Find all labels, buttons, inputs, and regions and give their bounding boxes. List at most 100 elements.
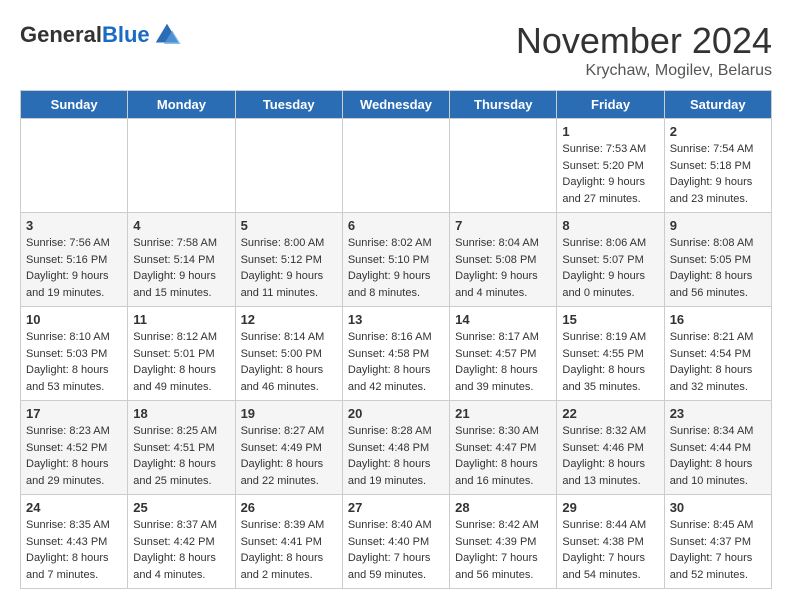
calendar-cell: 22Sunrise: 8:32 AM Sunset: 4:46 PM Dayli… xyxy=(557,401,664,495)
day-number: 17 xyxy=(26,406,122,421)
day-info: Sunrise: 8:04 AM Sunset: 5:08 PM Dayligh… xyxy=(455,235,551,301)
day-info: Sunrise: 8:14 AM Sunset: 5:00 PM Dayligh… xyxy=(241,329,337,395)
day-number: 7 xyxy=(455,218,551,233)
day-number: 24 xyxy=(26,500,122,515)
calendar-cell: 16Sunrise: 8:21 AM Sunset: 4:54 PM Dayli… xyxy=(664,307,771,401)
calendar-week-row: 17Sunrise: 8:23 AM Sunset: 4:52 PM Dayli… xyxy=(21,401,772,495)
day-info: Sunrise: 8:17 AM Sunset: 4:57 PM Dayligh… xyxy=(455,329,551,395)
calendar-cell: 5 Sunrise: 8:00 AM Sunset: 5:12 PM Daylig… xyxy=(235,213,342,307)
calendar-cell xyxy=(21,119,128,213)
day-number: 10 xyxy=(26,312,122,327)
logo-general: General xyxy=(20,22,102,48)
calendar-cell: 13Sunrise: 8:16 AM Sunset: 4:58 PM Dayli… xyxy=(342,307,449,401)
weekday-header: Sunday xyxy=(21,91,128,119)
day-number: 2 xyxy=(670,124,766,139)
day-info: Sunrise: 8:19 AM Sunset: 4:55 PM Dayligh… xyxy=(562,329,658,395)
calendar-header-row: SundayMondayTuesdayWednesdayThursdayFrid… xyxy=(21,91,772,119)
day-number: 12 xyxy=(241,312,337,327)
day-info: Sunrise: 8:25 AM Sunset: 4:51 PM Dayligh… xyxy=(133,423,229,489)
day-number: 3 xyxy=(26,218,122,233)
calendar-cell: 3 Sunrise: 7:56 AM Sunset: 5:16 PM Daylig… xyxy=(21,213,128,307)
calendar-cell: 8Sunrise: 8:06 AM Sunset: 5:07 PM Daylig… xyxy=(557,213,664,307)
day-number: 28 xyxy=(455,500,551,515)
calendar-cell: 15Sunrise: 8:19 AM Sunset: 4:55 PM Dayli… xyxy=(557,307,664,401)
calendar-cell: 28 Sunrise: 8:42 AM Sunset: 4:39 PM Dayli… xyxy=(450,495,557,589)
calendar-cell: 4 Sunrise: 7:58 AM Sunset: 5:14 PM Daylig… xyxy=(128,213,235,307)
day-info: Sunrise: 8:34 AM Sunset: 4:44 PM Dayligh… xyxy=(670,423,766,489)
location-subtitle: Krychaw, Mogilev, Belarus xyxy=(516,62,772,80)
logo-text: GeneralBlue xyxy=(20,20,182,50)
day-number: 4 xyxy=(133,218,229,233)
calendar-cell xyxy=(128,119,235,213)
calendar-week-row: 10 Sunrise: 8:10 AM Sunset: 5:03 PM Dayli… xyxy=(21,307,772,401)
calendar-week-row: 1 Sunrise: 7:53 AM Sunset: 5:20 PM Daylig… xyxy=(21,119,772,213)
calendar-table: SundayMondayTuesdayWednesdayThursdayFrid… xyxy=(20,90,772,589)
calendar-cell: 26 Sunrise: 8:39 AM Sunset: 4:41 PM Dayli… xyxy=(235,495,342,589)
day-info: Sunrise: 8:45 AM Sunset: 4:37 PM Dayligh… xyxy=(670,517,766,583)
calendar-cell xyxy=(342,119,449,213)
day-info: Sunrise: 8:37 AM Sunset: 4:42 PM Dayligh… xyxy=(133,517,229,583)
day-info: Sunrise: 8:32 AM Sunset: 4:46 PM Dayligh… xyxy=(562,423,658,489)
calendar-cell: 1 Sunrise: 7:53 AM Sunset: 5:20 PM Daylig… xyxy=(557,119,664,213)
calendar-week-row: 3 Sunrise: 7:56 AM Sunset: 5:16 PM Daylig… xyxy=(21,213,772,307)
day-info: Sunrise: 8:40 AM Sunset: 4:40 PM Dayligh… xyxy=(348,517,444,583)
day-number: 16 xyxy=(670,312,766,327)
day-number: 11 xyxy=(133,312,229,327)
day-info: Sunrise: 7:54 AM Sunset: 5:18 PM Dayligh… xyxy=(670,141,766,207)
day-number: 5 xyxy=(241,218,337,233)
calendar-cell: 24 Sunrise: 8:35 AM Sunset: 4:43 PM Dayli… xyxy=(21,495,128,589)
day-info: Sunrise: 8:00 AM Sunset: 5:12 PM Dayligh… xyxy=(241,235,337,301)
day-number: 14 xyxy=(455,312,551,327)
calendar-cell: 20 Sunrise: 8:28 AM Sunset: 4:48 PM Dayli… xyxy=(342,401,449,495)
day-number: 1 xyxy=(562,124,658,139)
day-info: Sunrise: 8:27 AM Sunset: 4:49 PM Dayligh… xyxy=(241,423,337,489)
day-info: Sunrise: 8:10 AM Sunset: 5:03 PM Dayligh… xyxy=(26,329,122,395)
calendar-cell: 2 Sunrise: 7:54 AM Sunset: 5:18 PM Daylig… xyxy=(664,119,771,213)
calendar-week-row: 24 Sunrise: 8:35 AM Sunset: 4:43 PM Dayli… xyxy=(21,495,772,589)
day-info: Sunrise: 8:16 AM Sunset: 4:58 PM Dayligh… xyxy=(348,329,444,395)
weekday-header: Monday xyxy=(128,91,235,119)
day-info: Sunrise: 8:42 AM Sunset: 4:39 PM Dayligh… xyxy=(455,517,551,583)
calendar-cell: 7 Sunrise: 8:04 AM Sunset: 5:08 PM Daylig… xyxy=(450,213,557,307)
day-number: 27 xyxy=(348,500,444,515)
weekday-header: Wednesday xyxy=(342,91,449,119)
day-info: Sunrise: 7:56 AM Sunset: 5:16 PM Dayligh… xyxy=(26,235,122,301)
title-block: November 2024 Krychaw, Mogilev, Belarus xyxy=(516,20,772,80)
day-info: Sunrise: 8:28 AM Sunset: 4:48 PM Dayligh… xyxy=(348,423,444,489)
calendar-cell xyxy=(450,119,557,213)
day-number: 23 xyxy=(670,406,766,421)
day-number: 25 xyxy=(133,500,229,515)
month-title: November 2024 xyxy=(516,20,772,62)
day-number: 8 xyxy=(562,218,658,233)
calendar-cell: 27 Sunrise: 8:40 AM Sunset: 4:40 PM Dayli… xyxy=(342,495,449,589)
calendar-cell: 21 Sunrise: 8:30 AM Sunset: 4:47 PM Dayli… xyxy=(450,401,557,495)
day-info: Sunrise: 8:44 AM Sunset: 4:38 PM Dayligh… xyxy=(562,517,658,583)
calendar-cell: 23 Sunrise: 8:34 AM Sunset: 4:44 PM Dayli… xyxy=(664,401,771,495)
calendar-cell: 14 Sunrise: 8:17 AM Sunset: 4:57 PM Dayli… xyxy=(450,307,557,401)
day-number: 26 xyxy=(241,500,337,515)
calendar-cell: 11Sunrise: 8:12 AM Sunset: 5:01 PM Dayli… xyxy=(128,307,235,401)
logo-blue: Blue xyxy=(102,22,150,48)
calendar-cell: 6Sunrise: 8:02 AM Sunset: 5:10 PM Daylig… xyxy=(342,213,449,307)
calendar-cell: 19 Sunrise: 8:27 AM Sunset: 4:49 PM Dayli… xyxy=(235,401,342,495)
weekday-header: Tuesday xyxy=(235,91,342,119)
day-info: Sunrise: 7:58 AM Sunset: 5:14 PM Dayligh… xyxy=(133,235,229,301)
day-number: 21 xyxy=(455,406,551,421)
day-number: 30 xyxy=(670,500,766,515)
calendar-cell xyxy=(235,119,342,213)
page-header: GeneralBlue November 2024 Krychaw, Mogil… xyxy=(20,20,772,80)
day-info: Sunrise: 8:39 AM Sunset: 4:41 PM Dayligh… xyxy=(241,517,337,583)
calendar-cell: 30 Sunrise: 8:45 AM Sunset: 4:37 PM Dayli… xyxy=(664,495,771,589)
day-number: 29 xyxy=(562,500,658,515)
calendar-cell: 29 Sunrise: 8:44 AM Sunset: 4:38 PM Dayli… xyxy=(557,495,664,589)
logo-icon xyxy=(152,20,182,50)
day-number: 19 xyxy=(241,406,337,421)
day-number: 9 xyxy=(670,218,766,233)
calendar-cell: 18Sunrise: 8:25 AM Sunset: 4:51 PM Dayli… xyxy=(128,401,235,495)
day-info: Sunrise: 7:53 AM Sunset: 5:20 PM Dayligh… xyxy=(562,141,658,207)
day-info: Sunrise: 8:35 AM Sunset: 4:43 PM Dayligh… xyxy=(26,517,122,583)
calendar-cell: 25 Sunrise: 8:37 AM Sunset: 4:42 PM Dayli… xyxy=(128,495,235,589)
day-number: 20 xyxy=(348,406,444,421)
day-info: Sunrise: 8:30 AM Sunset: 4:47 PM Dayligh… xyxy=(455,423,551,489)
weekday-header: Saturday xyxy=(664,91,771,119)
